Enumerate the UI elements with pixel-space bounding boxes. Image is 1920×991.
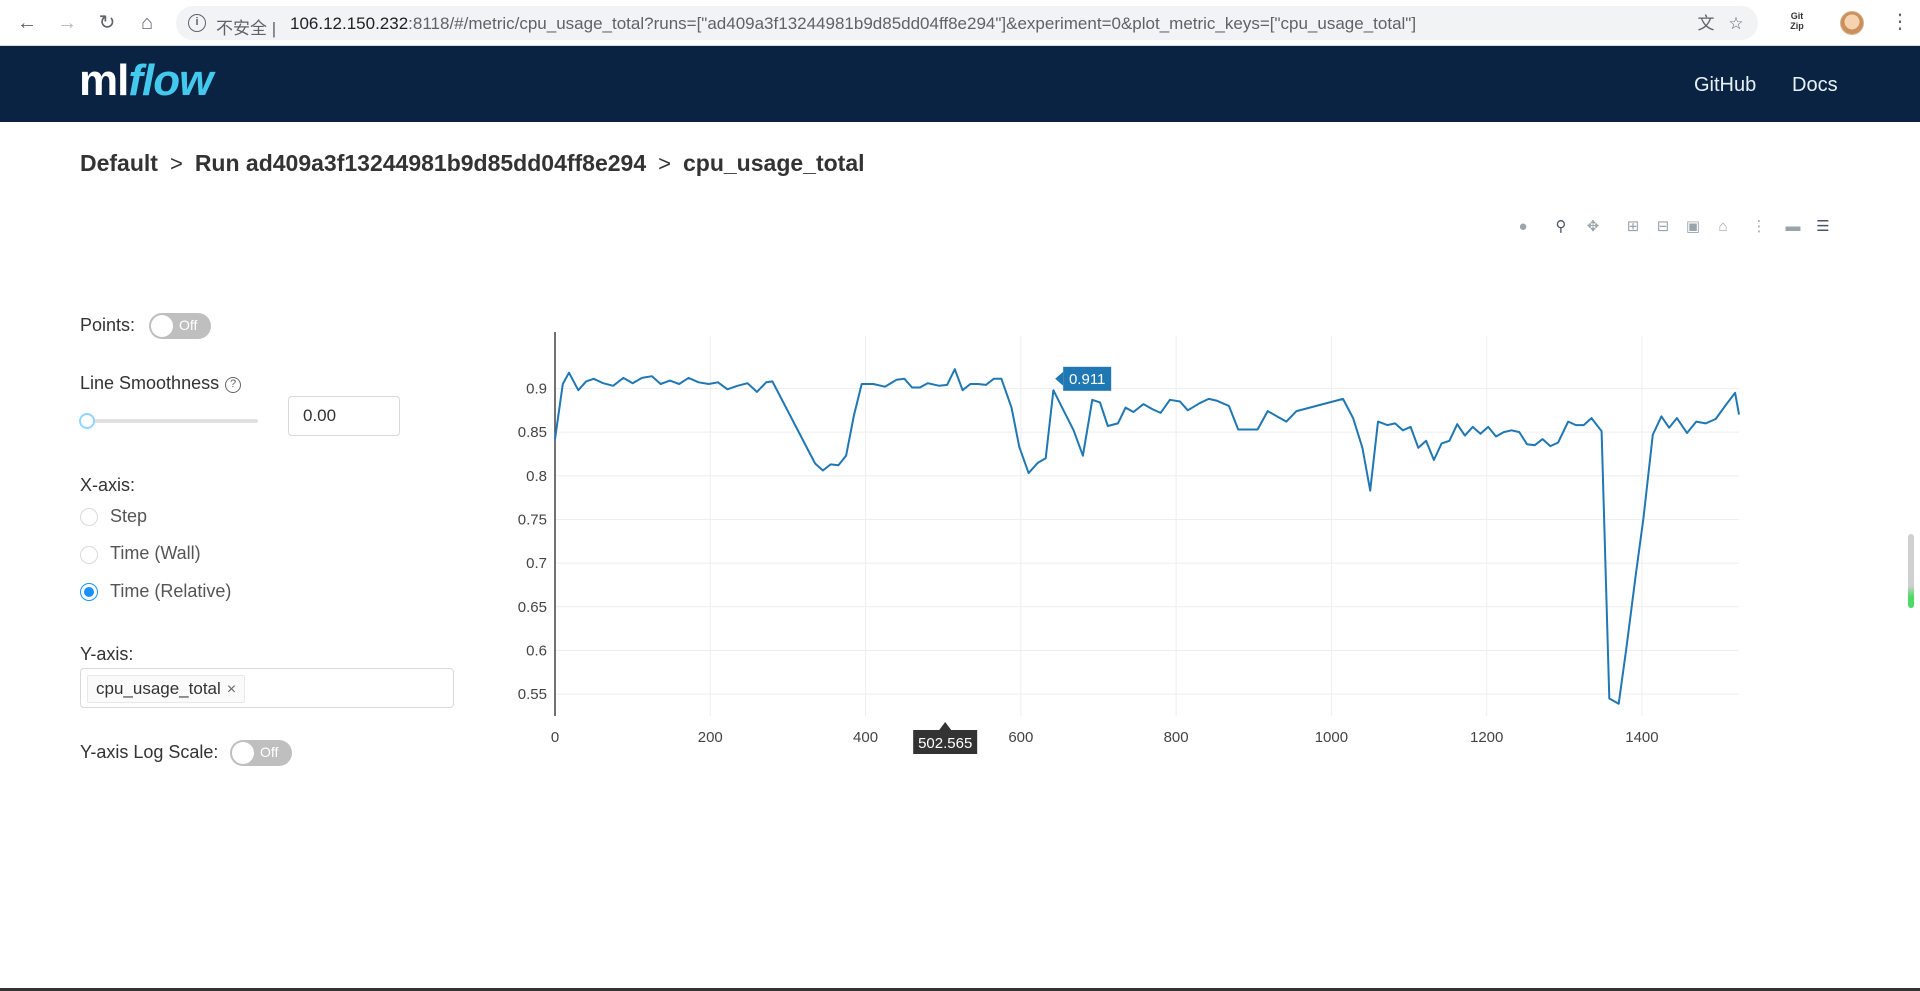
url-host: 106.12.150.232 — [290, 14, 409, 33]
breadcrumb-experiment[interactable]: Default — [80, 150, 158, 177]
profile-avatar[interactable] — [1840, 11, 1864, 35]
help-icon[interactable]: ? — [225, 377, 242, 393]
hover-y-label: 0.911 — [1069, 371, 1105, 388]
metric-tag: cpu_usage_total × — [87, 675, 246, 703]
app-header: mlflow GitHub Docs — [0, 46, 1920, 122]
reset-axes-icon[interactable]: ⌂ — [1712, 216, 1734, 238]
browser-toolbar: ← → ↻ ⌂ i 不安全 | 106.12.150.232:8118/#/me… — [0, 0, 1920, 46]
arrow-left-icon[interactable]: ← — [14, 10, 40, 36]
translate-icon[interactable]: 文 — [1696, 14, 1716, 34]
y-tick-label: 0.55 — [518, 686, 547, 703]
zoom-out-icon[interactable]: ⊟ — [1652, 216, 1674, 238]
address-bar[interactable]: i 不安全 | 106.12.150.232:8118/#/metric/cpu… — [176, 6, 1758, 40]
camera-icon[interactable]: ● — [1512, 216, 1534, 238]
star-icon[interactable]: ☆ — [1726, 14, 1746, 34]
radio-step[interactable] — [80, 508, 98, 526]
hover-closest-icon[interactable]: ▬ — [1782, 216, 1804, 238]
radio-time-wall[interactable] — [80, 546, 98, 564]
breadcrumb-separator: > — [658, 150, 671, 176]
x-tick-label: 1200 — [1470, 729, 1503, 746]
x-tick-label: 1400 — [1625, 729, 1658, 746]
y-tick-label: 0.75 — [518, 511, 547, 528]
url-path: :8118/#/metric/cpu_usage_total?runs=["ad… — [408, 14, 1417, 33]
x-tick-label: 400 — [853, 729, 878, 746]
points-toggle[interactable]: Off — [149, 313, 211, 339]
pan-icon[interactable]: ✥ — [1582, 216, 1604, 238]
y-tick-label: 0.85 — [518, 424, 547, 441]
radio-time-relative[interactable] — [80, 583, 98, 601]
toggle-knob — [151, 315, 173, 337]
smoothness-slider-handle[interactable] — [79, 413, 95, 429]
x-tick-label: 1000 — [1315, 729, 1348, 746]
x-tick-label: 200 — [698, 729, 723, 746]
insecure-label: 不安全 | — [216, 19, 277, 38]
home-icon[interactable]: ⌂ — [134, 10, 160, 36]
github-link[interactable]: GitHub — [1694, 74, 1756, 97]
arrow-right-icon[interactable]: → — [54, 10, 80, 36]
y-tick-label: 0.65 — [518, 599, 547, 616]
log-scale-label: Y-axis Log Scale: — [80, 742, 219, 762]
series-line — [554, 368, 1740, 705]
zoom-in-icon[interactable]: ⊞ — [1622, 216, 1644, 238]
y-tick-label: 0.9 — [526, 380, 547, 397]
toggle-text: Off — [260, 744, 279, 760]
smoothness-slider-track[interactable] — [86, 419, 258, 423]
more-menu-icon[interactable]: ⋮ — [1890, 10, 1910, 34]
gitzip-extension-icon[interactable]: Git Zip — [1784, 11, 1810, 33]
y-tick-label: 0.8 — [526, 468, 547, 485]
x-tick-label: 800 — [1164, 729, 1189, 746]
y-tick-label: 0.6 — [526, 642, 547, 659]
log-scale-toggle[interactable]: Off — [230, 740, 292, 766]
x-tick-label: 600 — [1008, 729, 1033, 746]
hover-x-label: 502.565 — [918, 735, 972, 752]
zoom-icon[interactable]: ⚲ — [1550, 216, 1572, 238]
x-axis-label: X-axis: — [80, 475, 136, 495]
y-axis-label: Y-axis: — [80, 644, 134, 664]
radio-time-relative-label[interactable]: Time (Relative) — [110, 581, 231, 602]
y-axis-select[interactable]: cpu_usage_total × — [80, 668, 454, 708]
breadcrumb-run[interactable]: Run ad409a3f13244981b9d85dd04ff8e294 — [195, 150, 646, 177]
spike-lines-icon[interactable]: ⋮ — [1748, 216, 1770, 238]
breadcrumb-separator: > — [169, 150, 183, 176]
metric-line-chart[interactable]: 0.55 0.6 0.65 0.7 0.75 0.8 0.85 0.9 0 200 400 600 80… — [500, 320, 1760, 780]
info-icon[interactable]: i — [188, 14, 206, 32]
smoothness-input[interactable]: 0.00 — [288, 396, 400, 436]
reload-icon[interactable]: ↻ — [94, 10, 120, 36]
y-tick-label: 0.7 — [526, 555, 547, 572]
radio-time-wall-label[interactable]: Time (Wall) — [110, 543, 201, 564]
remove-tag-icon[interactable]: × — [227, 681, 236, 698]
x-tick-label: 0 — [551, 729, 559, 746]
breadcrumb-metric: cpu_usage_total — [683, 150, 865, 176]
line-smoothness-label: Line Smoothness? — [80, 373, 242, 394]
autoscale-icon[interactable]: ▣ — [1682, 216, 1704, 238]
toggle-text: Off — [179, 317, 198, 333]
mlflow-logo[interactable]: mlflow — [79, 56, 213, 106]
url-text[interactable]: 106.12.150.232:8118/#/metric/cpu_usage_t… — [290, 14, 1416, 34]
hover-x-label-pointer — [939, 722, 952, 730]
breadcrumb: Default > Run ad409a3f13244981b9d85dd04f… — [80, 150, 865, 177]
hover-compare-icon[interactable]: ☰ — [1812, 216, 1834, 238]
toggle-knob — [232, 742, 254, 764]
docs-link[interactable]: Docs — [1792, 74, 1838, 97]
hover-y-label-pointer — [1055, 371, 1064, 386]
radio-step-label[interactable]: Step — [110, 506, 147, 527]
points-label: Points: — [80, 315, 136, 335]
scroll-indicator[interactable] — [1908, 534, 1914, 608]
